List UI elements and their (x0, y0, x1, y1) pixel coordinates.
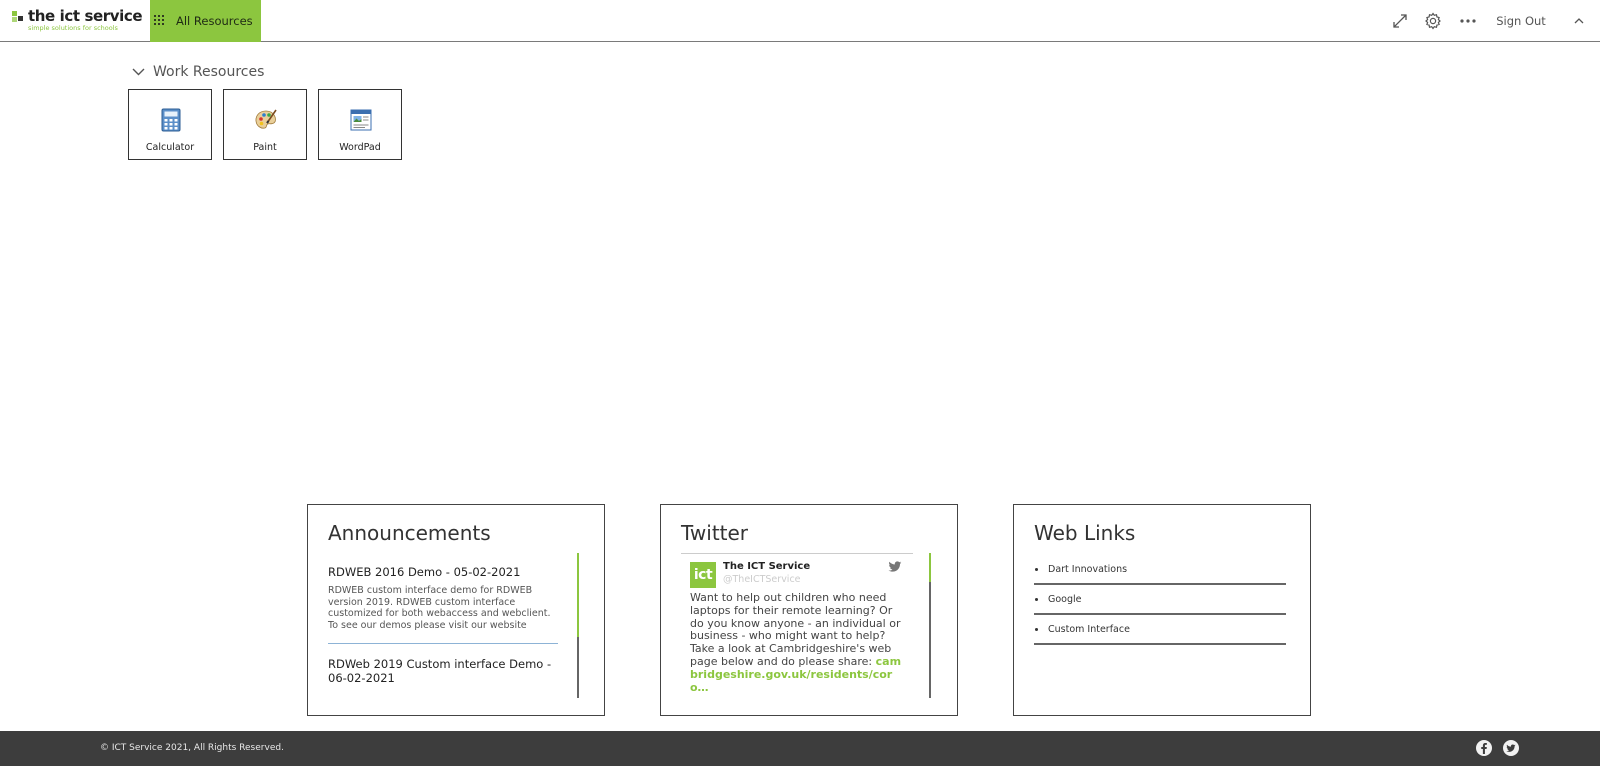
paint-palette-icon (255, 109, 277, 129)
calculator-icon (161, 108, 181, 132)
web-link-item[interactable]: Google (1034, 585, 1286, 615)
ict-service-logo[interactable]: the ict service simple solutions for sch… (12, 7, 143, 35)
sign-out-button[interactable]: Sign Out (1492, 0, 1550, 42)
logo-mark-icon (12, 11, 26, 23)
app-tile-paint[interactable]: Paint (223, 89, 307, 160)
announcement-title[interactable]: RDWeb 2019 Custom interface Demo - 06-02… (328, 657, 558, 685)
tweet-body: Want to help out children who need lapto… (690, 591, 901, 668)
app-label: Calculator (145, 142, 195, 153)
announcement-item: RDWEB 2016 Demo - 05-02-2021 RDWEB custo… (328, 565, 558, 631)
work-resources-toggle[interactable]: Work Resources (132, 62, 264, 82)
twitter-bird-icon[interactable] (888, 561, 902, 573)
twitter-bird-icon (1506, 743, 1516, 752)
settings-button[interactable] (1421, 0, 1445, 42)
panel-title: Web Links (1034, 521, 1136, 545)
avatar[interactable]: ict (690, 562, 716, 588)
more-icon (1460, 19, 1476, 23)
web-link-item[interactable]: Custom Interface (1034, 615, 1286, 645)
more-options-button[interactable] (1456, 0, 1480, 42)
logo-tagline: simple solutions for schools (28, 24, 118, 32)
chevron-up-icon (1574, 18, 1584, 24)
announcement-divider (328, 643, 558, 644)
web-links-list: Dart Innovations Google Custom Interface (1034, 555, 1286, 645)
twitter-panel: Twitter ict The ICT Service @TheICTServi… (660, 504, 958, 716)
announcements-scrollbar[interactable] (577, 553, 579, 698)
logo-title: the ict service (28, 7, 143, 25)
announcement-body: RDWEB custom interface demo for RDWEB ve… (328, 585, 551, 631)
fullscreen-button[interactable] (1388, 0, 1412, 42)
twitter-scrollbar[interactable] (929, 553, 931, 698)
grid-icon (154, 15, 166, 27)
app-tile-wordpad[interactable]: WordPad (318, 89, 402, 160)
panel-title: Twitter (681, 521, 749, 545)
section-title: Work Resources (153, 64, 265, 80)
scrollbar-thumb[interactable] (577, 553, 579, 637)
tweet-author-handle[interactable]: @TheICTService (723, 574, 801, 585)
announcement-item: RDWeb 2019 Custom interface Demo - 06-02… (328, 657, 558, 685)
web-links-panel: Web Links Dart Innovations Google Custom… (1013, 504, 1311, 716)
panel-title: Announcements (328, 521, 491, 545)
gear-icon (1425, 12, 1441, 30)
facebook-icon (1481, 742, 1487, 754)
scrollbar-thumb[interactable] (929, 553, 931, 582)
expand-icon (1393, 14, 1407, 28)
chevron-down-icon (132, 68, 145, 76)
tweet-text: Want to help out children who need lapto… (690, 591, 906, 694)
facebook-button[interactable] (1476, 740, 1492, 756)
all-resources-button[interactable]: All Resources (150, 0, 261, 42)
announcements-list: RDWEB 2016 Demo - 05-02-2021 RDWEB custo… (328, 565, 558, 685)
all-resources-label: All Resources (176, 14, 253, 28)
tweet-author-name[interactable]: The ICT Service (723, 561, 810, 572)
collapse-header-button[interactable] (1570, 0, 1588, 42)
app-label: WordPad (339, 142, 381, 153)
announcement-title[interactable]: RDWEB 2016 Demo - 05-02-2021 (328, 565, 558, 579)
web-link-item[interactable]: Dart Innovations (1034, 555, 1286, 585)
footer: © ICT Service 2021, All Rights Reserved. (0, 731, 1600, 766)
copyright-text: © ICT Service 2021, All Rights Reserved. (100, 743, 284, 753)
app-tile-calculator[interactable]: Calculator (128, 89, 212, 160)
tweet-divider (681, 553, 913, 554)
app-label: Paint (253, 142, 277, 153)
twitter-button[interactable] (1503, 740, 1519, 756)
top-bar: the ict service simple solutions for sch… (0, 0, 1600, 42)
announcements-panel: Announcements RDWEB 2016 Demo - 05-02-20… (307, 504, 605, 716)
wordpad-icon (350, 109, 372, 131)
